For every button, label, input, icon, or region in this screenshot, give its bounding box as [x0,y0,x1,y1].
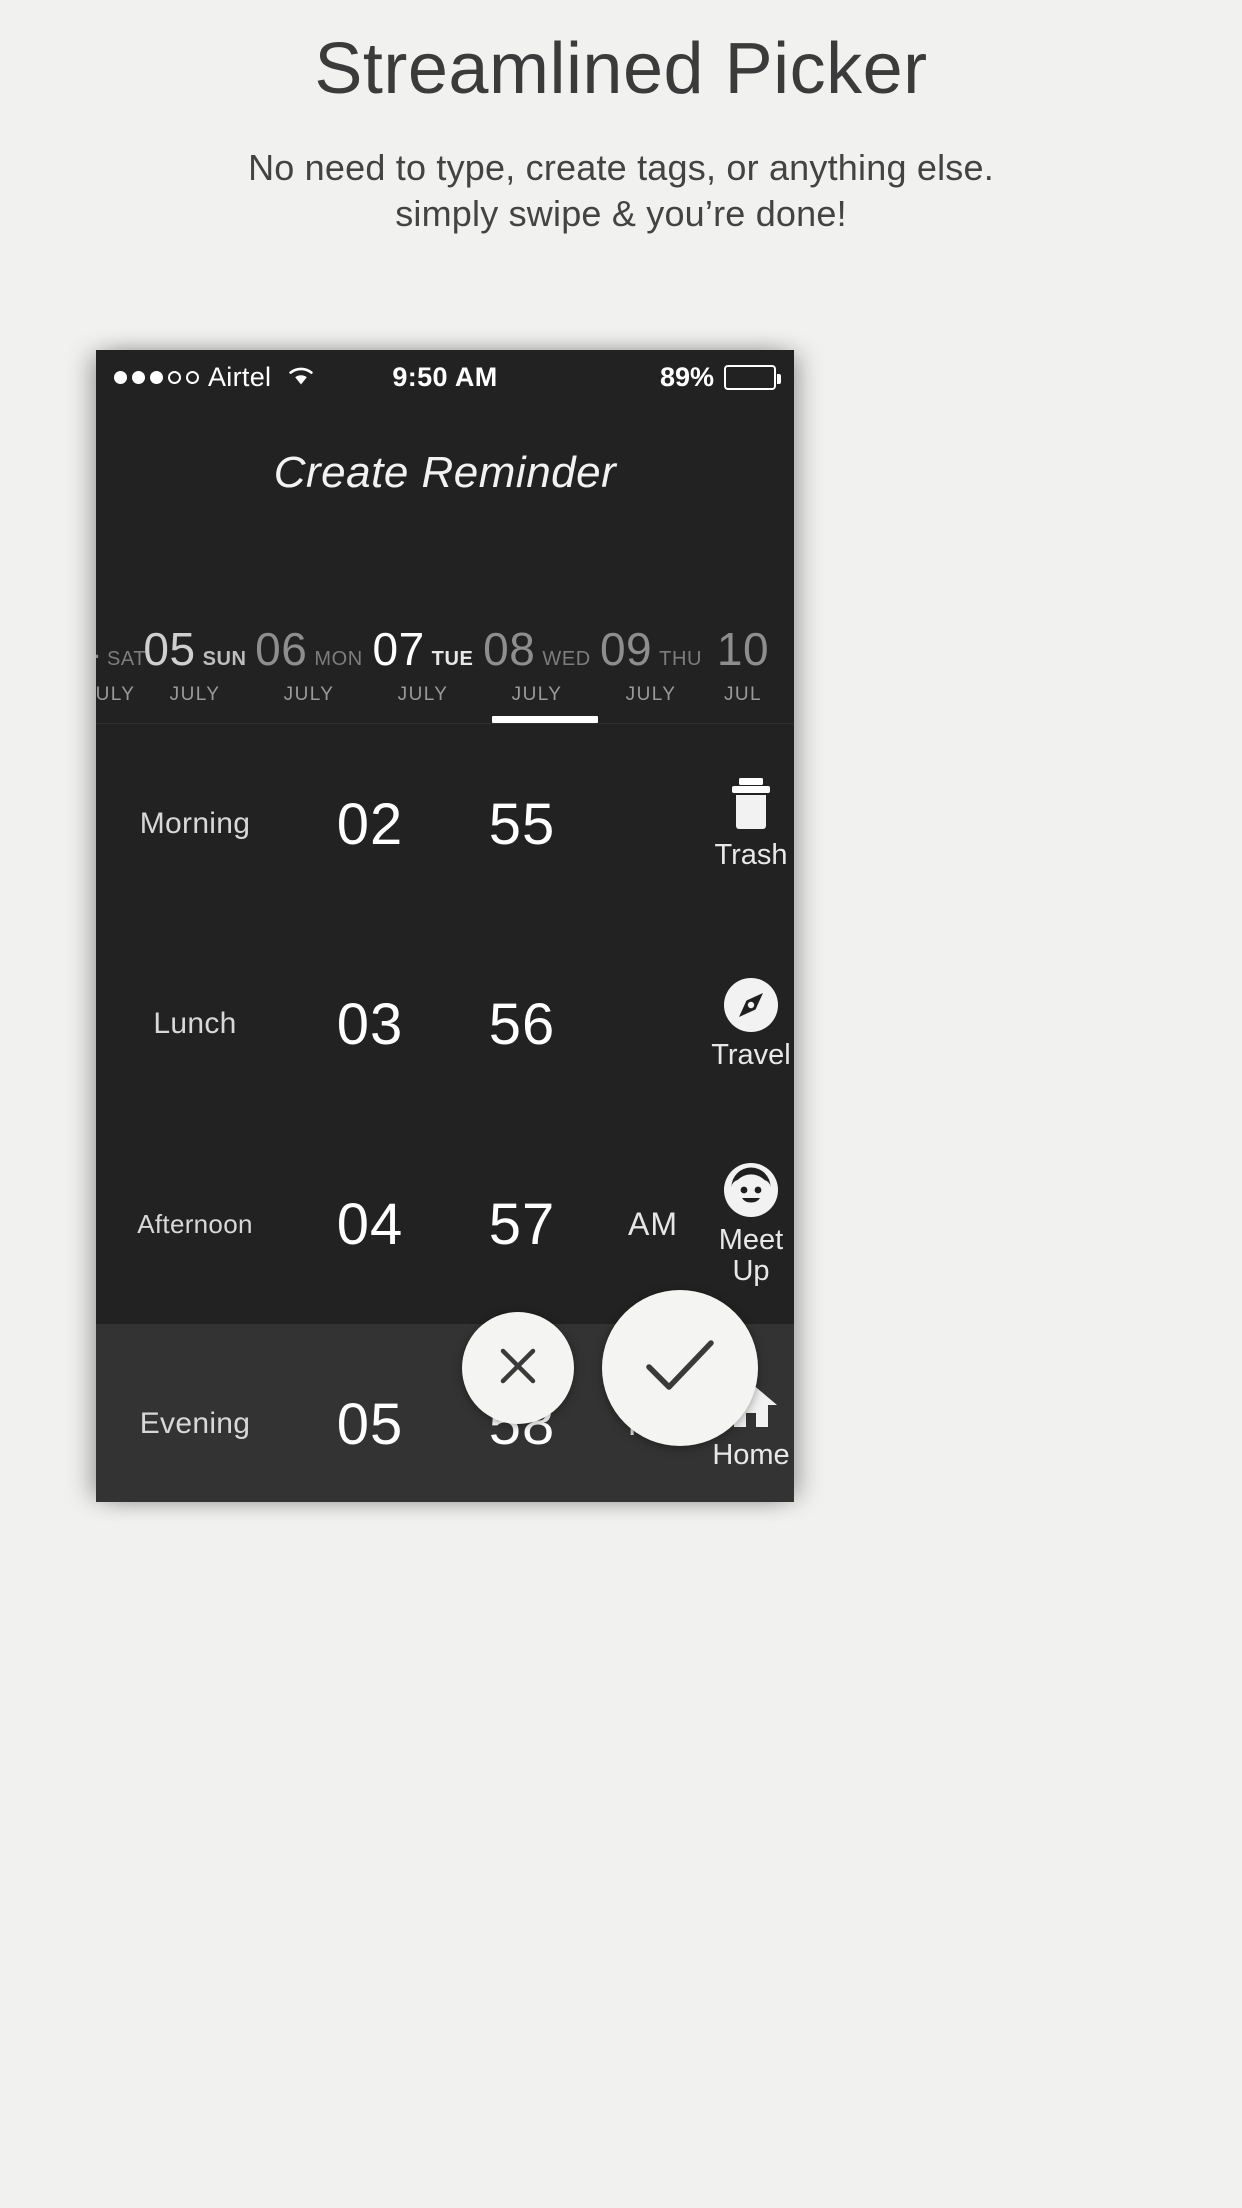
picker-row[interactable]: Lunch 03 56 Travel [96,924,794,1124]
date-day: 05 [143,623,196,675]
carrier-label: Airtel [208,361,272,392]
date-dow: THU [659,648,703,670]
hour-value[interactable]: 04 [294,1191,446,1258]
minute-value[interactable]: 55 [446,791,598,858]
action-buttons [462,1290,758,1446]
minute-value[interactable]: 56 [446,991,598,1058]
hour-value[interactable]: 02 [294,791,446,858]
date-dow: TUE [431,648,474,670]
confirm-button[interactable] [602,1290,758,1446]
category-item[interactable]: Meet Up [708,1161,794,1288]
picker-row[interactable]: Morning 02 55 Trash [96,724,794,924]
date-day: 09 [599,623,653,675]
date-month: JULY [511,684,563,705]
date-cell[interactable]: 08 WED JULY [480,618,594,706]
wifi-icon [286,362,316,393]
date-cell[interactable]: 06 MON JULY [252,618,366,706]
date-dow: MON [314,648,363,670]
hour-value[interactable]: 03 [294,991,446,1058]
category-label: Meet Up [718,1223,784,1287]
date-dow: SUN [202,648,247,670]
date-cell[interactable]: 09 THU JULY [594,618,708,706]
promo-header: Streamlined Picker No need to type, crea… [0,0,1242,237]
meridiem-value[interactable]: AM [598,1206,708,1243]
promo-subtitle-line-2: simply swipe & you’re done! [395,192,847,234]
status-bar-left: Airtel [114,362,316,393]
minute-value[interactable]: 57 [446,1191,598,1258]
category-label: Travel [711,1039,791,1072]
face-icon [722,1161,780,1219]
period-label[interactable]: Evening [96,1407,294,1441]
page-title: Streamlined Picker [314,29,928,109]
cancel-button[interactable] [462,1312,574,1424]
status-bar: Airtel 9:50 AM 89% [96,350,794,404]
date-day: 07 [372,623,425,675]
period-label[interactable]: Lunch [96,1007,294,1041]
battery-icon [724,364,781,390]
date-month: JULY [283,684,335,705]
trash-icon [726,776,776,834]
date-strip[interactable]: 4 SAT JULY 05 SUN JULY 06 MON JULY 07 TU… [96,618,794,714]
date-cell[interactable]: 10 JUL [708,618,778,706]
date-day: 10 [716,623,770,675]
date-cell[interactable]: 4 SAT JULY [96,618,146,706]
close-icon [495,1343,541,1394]
signal-strength-icon [114,370,199,384]
hour-value[interactable]: 05 [294,1391,446,1458]
date-month: JULY [96,684,136,705]
date-cell[interactable]: 05 SUN JULY [138,618,252,706]
promo-subtitle-line-1: No need to type, create tags, or anythin… [248,146,994,188]
period-label[interactable]: Afternoon [96,1209,294,1240]
period-label[interactable]: Morning [96,807,294,841]
promo-subtitle: No need to type, create tags, or anythin… [0,145,1242,237]
battery-percent-label: 89% [659,361,714,392]
compass-icon [722,976,780,1034]
date-dow: WED [542,648,591,670]
date-month: JUL [724,684,762,705]
date-day: 08 [483,623,536,675]
selected-date-indicator [492,716,598,723]
category-label: Trash [714,839,788,872]
date-month: JULY [169,684,221,705]
phone-mockup: Airtel 9:50 AM 89% Create Reminder 4 SAT… [96,350,794,1502]
date-month: JULY [625,684,677,705]
check-icon [643,1335,717,1402]
date-cell-selected[interactable]: 07 TUE JULY [366,618,480,706]
category-item[interactable]: Travel [708,976,794,1071]
app-title: Create Reminder [273,448,617,497]
date-day: 4 [96,622,100,676]
date-month: JULY [397,684,449,705]
status-bar-right: 89% [659,361,781,393]
category-item[interactable]: Trash [708,776,794,871]
date-day: 06 [255,623,308,675]
